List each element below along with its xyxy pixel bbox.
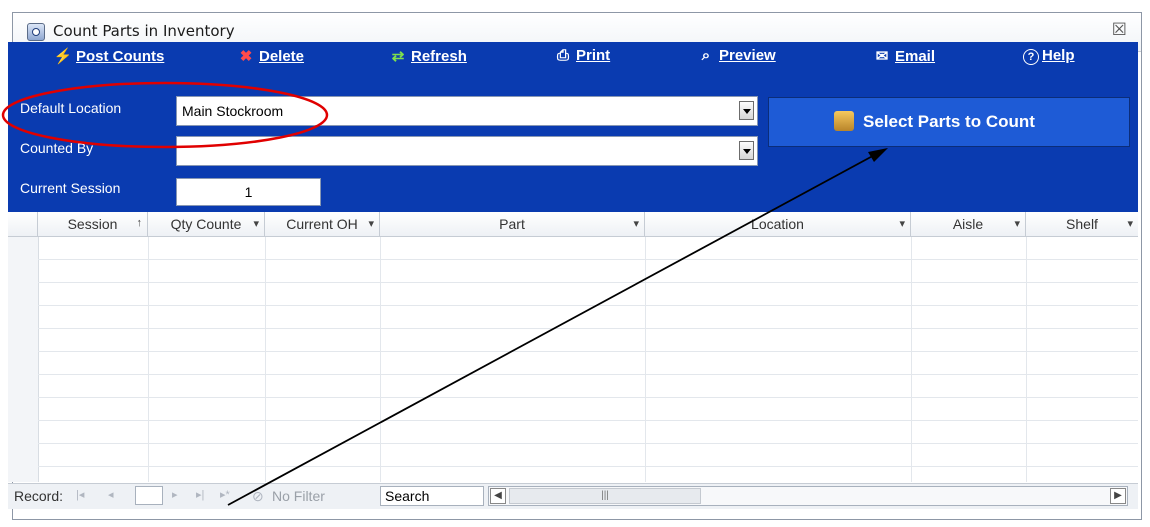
record-label: Record: <box>14 488 64 504</box>
record-number-field[interactable] <box>135 486 163 505</box>
print-icon: ⎙ <box>556 47 569 64</box>
delete-icon: ✖ <box>239 48 253 65</box>
chevron-down-icon[interactable] <box>739 101 754 120</box>
refresh-button[interactable]: ⇄ Refresh <box>388 47 467 71</box>
preview-icon: ⌕ <box>701 47 711 64</box>
new-record-icon[interactable]: ▸* <box>220 488 230 501</box>
column-current-oh[interactable]: Current OH ▾ <box>265 212 380 236</box>
chevron-down-icon: ▾ <box>368 218 374 230</box>
parts-icon <box>834 111 854 131</box>
next-record-icon[interactable]: ▸ <box>172 488 178 501</box>
column-session[interactable]: Session ↑ <box>38 212 148 236</box>
column-location[interactable]: Location ▾ <box>645 212 911 236</box>
help-icon: ? <box>1023 49 1039 65</box>
print-button[interactable]: ⎙ Print <box>553 47 610 71</box>
column-aisle[interactable]: Aisle ▾ <box>911 212 1026 236</box>
close-icon[interactable]: ☒ <box>1112 20 1127 40</box>
help-button[interactable]: ? Help <box>1023 47 1075 71</box>
scroll-thumb[interactable]: ||| <box>509 488 701 504</box>
post-counts-button[interactable]: ⚡ Post Counts <box>53 47 165 71</box>
column-part[interactable]: Part ▾ <box>380 212 645 236</box>
filter-icon[interactable]: ⊘ <box>252 488 264 505</box>
delete-button[interactable]: ✖ Delete <box>236 47 304 71</box>
chevron-down-icon: ▾ <box>1014 218 1020 230</box>
chevron-down-icon: ▾ <box>899 218 905 230</box>
chevron-down-icon: ▾ <box>633 218 639 230</box>
row-selector-column <box>8 237 39 482</box>
search-input[interactable]: Search <box>380 486 484 506</box>
sort-icon: ↑ <box>136 217 143 229</box>
current-session-field[interactable]: 1 <box>176 178 321 206</box>
default-location-label: Default Location <box>12 94 162 126</box>
form-header-panel: ⚡ Post Counts ✖ Delete ⇄ Refresh ⎙ Print ⌕ Pr… <box>8 42 1138 212</box>
chevron-down-icon: ▾ <box>253 218 259 230</box>
chevron-down-icon: ▾ <box>1127 218 1133 230</box>
grid-header: Session ↑ Qty Counte ▾ Current OH ▾ Part ▾ L… <box>8 212 1138 237</box>
default-location-value: Main Stockroom <box>182 103 284 119</box>
current-session-label: Current Session <box>12 174 162 206</box>
refresh-icon: ⇄ <box>391 48 405 65</box>
scroll-right-icon[interactable]: ▶ <box>1110 488 1126 504</box>
scroll-left-icon[interactable]: ◀ <box>490 488 506 504</box>
lightning-icon: ⚡ <box>53 48 73 65</box>
column-shelf[interactable]: Shelf ▾ <box>1026 212 1138 236</box>
grid-body[interactable] <box>8 237 1138 482</box>
app-icon <box>27 23 45 41</box>
counted-by-label: Counted By <box>12 134 162 166</box>
email-icon: ✉ <box>875 48 889 65</box>
record-navigation-bar: Record: |◂ ◂ ▸ ▸| ▸* ⊘ No Filter Search … <box>8 483 1138 509</box>
column-qty-counted[interactable]: Qty Counte ▾ <box>148 212 265 236</box>
first-record-icon[interactable]: |◂ <box>76 488 84 501</box>
email-button[interactable]: ✉ Email <box>872 47 935 71</box>
window-title: Count Parts in Inventory <box>53 22 235 40</box>
preview-button[interactable]: ⌕ Preview <box>696 47 776 71</box>
select-parts-button[interactable]: Select Parts to Count <box>768 97 1130 147</box>
last-record-icon[interactable]: ▸| <box>196 488 204 501</box>
select-all-cell[interactable] <box>8 212 38 236</box>
chevron-down-icon[interactable] <box>739 141 754 160</box>
default-location-combo[interactable]: Main Stockroom <box>176 96 758 126</box>
counted-by-combo[interactable] <box>176 136 758 166</box>
horizontal-scrollbar[interactable]: ◀ ||| ▶ <box>488 486 1128 506</box>
prev-record-icon[interactable]: ◂ <box>108 488 114 501</box>
no-filter-button[interactable]: No Filter <box>272 488 325 504</box>
